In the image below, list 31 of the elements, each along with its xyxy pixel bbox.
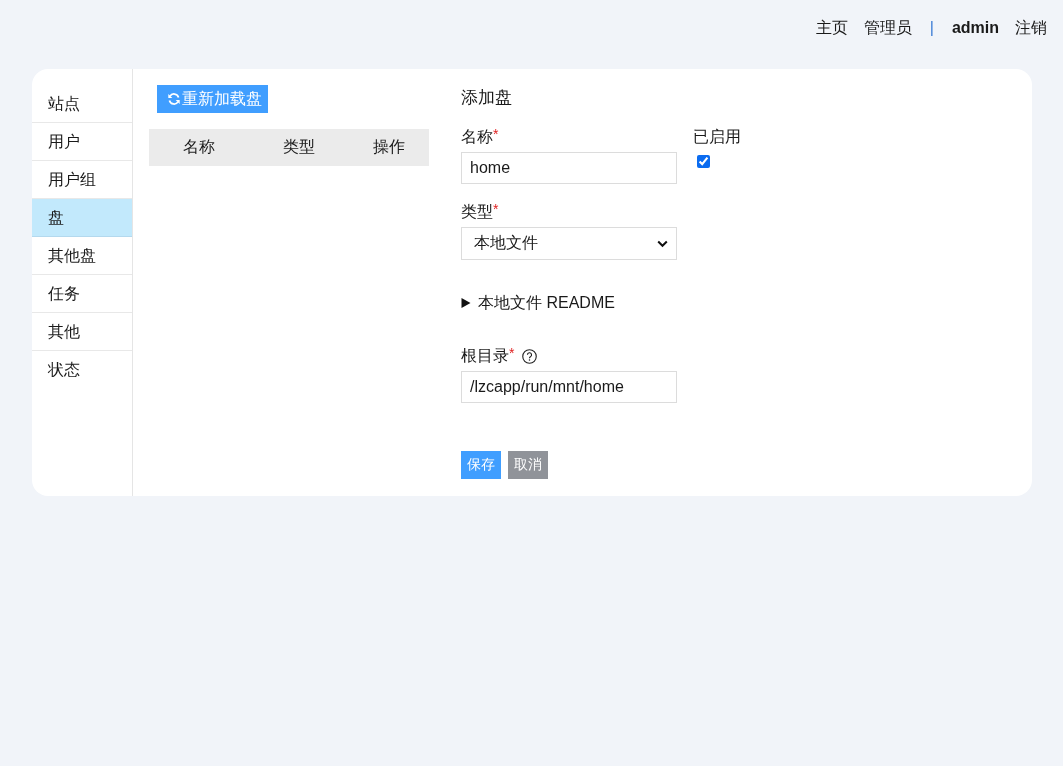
sidebar-item[interactable]: 状态 <box>32 351 132 388</box>
chevron-down-icon <box>657 239 668 248</box>
required-mark: * <box>509 346 515 360</box>
sidebar-item[interactable]: 其他盘 <box>32 237 132 275</box>
name-input[interactable]: home <box>461 152 677 184</box>
readme-toggle[interactable]: 本地文件 README <box>461 293 615 313</box>
field-label: 类型 <box>461 202 493 222</box>
field-label: 名称 <box>461 127 493 147</box>
field-label: 已启用 <box>693 127 741 147</box>
required-mark: * <box>493 202 499 216</box>
refresh-icon <box>167 92 181 106</box>
column-header: 类型 <box>282 137 316 157</box>
help-icon[interactable] <box>522 348 538 364</box>
required-mark: * <box>493 127 499 141</box>
nav-link[interactable]: 管理员 <box>863 18 912 38</box>
root-dir-input[interactable]: /lzcapp/run/mnt/home <box>461 371 677 403</box>
sidebar-item[interactable]: 其他 <box>32 313 132 351</box>
type-select[interactable]: 本地文件 <box>461 227 677 260</box>
column-header: 操作 <box>372 137 406 157</box>
enabled-checkbox[interactable] <box>697 155 710 168</box>
sidebar-item[interactable]: 用户 <box>32 123 132 161</box>
logout-link[interactable]: 注销 <box>1015 18 1047 38</box>
field-label: 根目录 <box>461 346 509 366</box>
sidebar-item[interactable]: 站点 <box>32 85 132 123</box>
sidebar-item[interactable]: 盘 <box>32 199 132 237</box>
sidebar-item[interactable]: 任务 <box>32 275 132 313</box>
nav-separator: | <box>929 19 934 37</box>
form-title: 添加盘 <box>461 87 512 109</box>
column-header: 名称 <box>182 137 216 157</box>
username: admin <box>951 19 999 37</box>
nav-link[interactable]: 主页 <box>815 18 848 38</box>
